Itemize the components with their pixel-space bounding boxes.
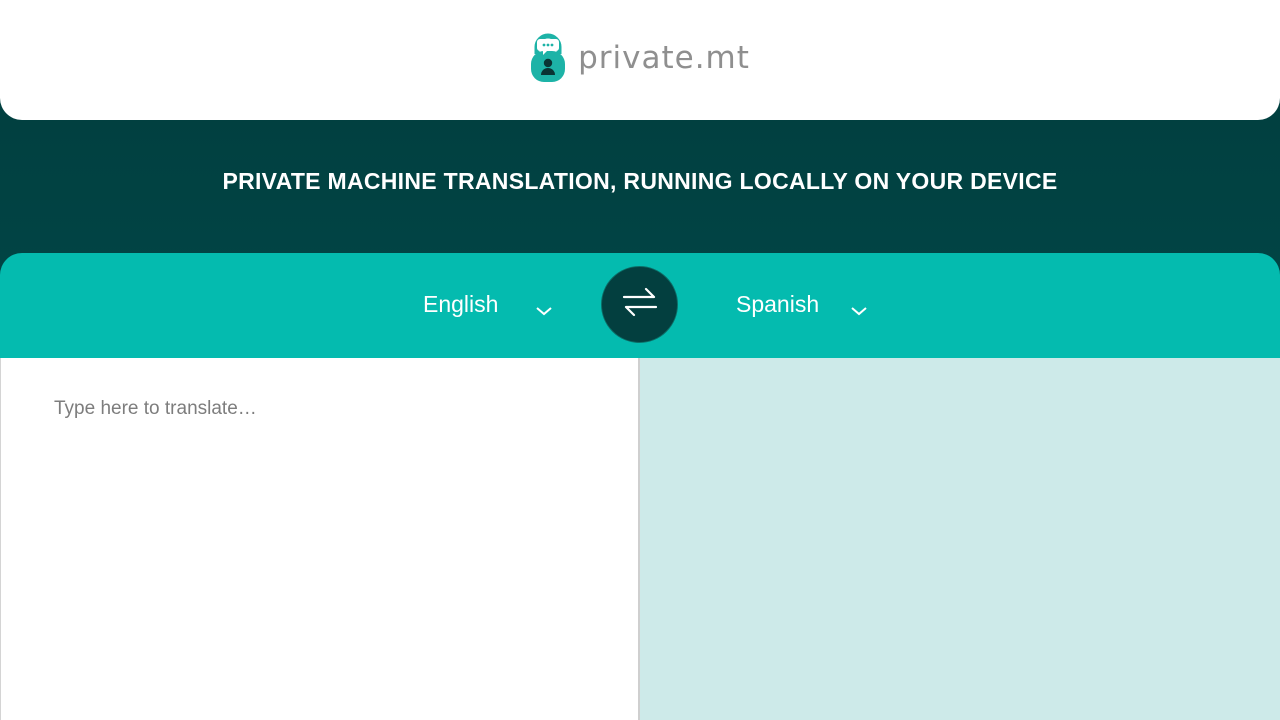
logo[interactable]: private.mt bbox=[530, 32, 750, 89]
source-text-panel bbox=[0, 358, 640, 720]
source-text-input[interactable] bbox=[54, 398, 614, 698]
source-language-select[interactable]: English bbox=[423, 253, 554, 355]
logo-text: private.mt bbox=[578, 40, 750, 76]
source-language-label: English bbox=[423, 290, 499, 317]
target-language-label: Spanish bbox=[736, 290, 820, 317]
swap-languages-button[interactable] bbox=[601, 266, 678, 343]
target-language-select[interactable]: Spanish bbox=[736, 253, 869, 355]
page-tagline: PRIVATE MACHINE TRANSLATION, RUNNING LOC… bbox=[222, 168, 1058, 194]
swap-arrows-icon bbox=[620, 285, 660, 324]
top-header: private.mt bbox=[0, 0, 1280, 120]
language-bar: English Spanish bbox=[0, 253, 1280, 359]
translation-output-panel bbox=[640, 358, 1280, 720]
chevron-down-icon bbox=[849, 297, 869, 316]
chevron-down-icon bbox=[534, 297, 554, 316]
lock-chat-icon bbox=[530, 32, 566, 89]
